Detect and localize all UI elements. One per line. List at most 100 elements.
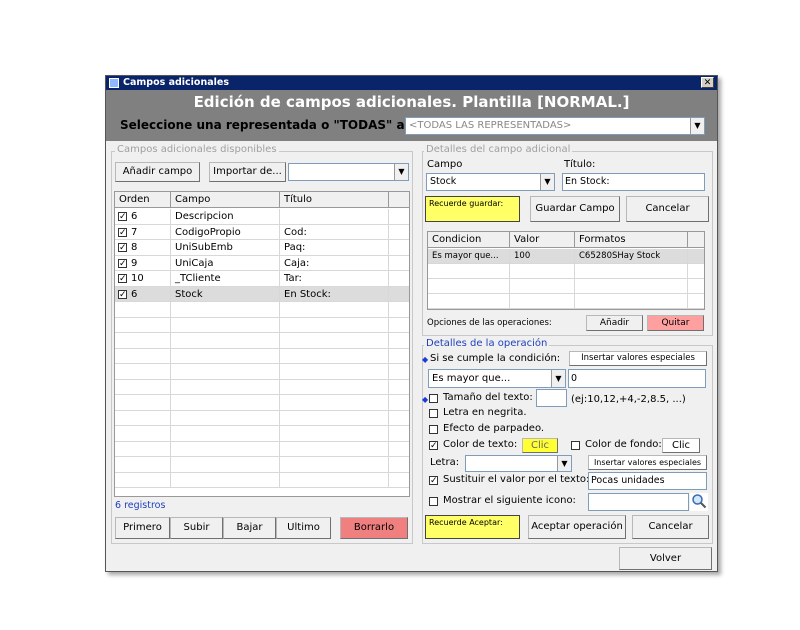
orden-cell xyxy=(115,379,171,395)
filler-cell xyxy=(389,271,409,287)
table-row[interactable]: Es mayor que... 100 C65280SHay Stock xyxy=(428,249,704,264)
table-row[interactable]: ✓ 9 UniCaja Caja: xyxy=(115,255,409,271)
up-button[interactable]: Subir xyxy=(170,517,223,539)
window-title: Campos adicionales xyxy=(123,77,229,88)
titulo-cell xyxy=(280,348,389,364)
chevron-down-icon[interactable]: ▼ xyxy=(394,164,408,180)
table-row xyxy=(115,317,409,333)
column-header[interactable]: Título xyxy=(280,192,389,208)
operations-options-label: Opciones de las operaciones: xyxy=(427,318,552,328)
delete-button[interactable]: Borrarlo xyxy=(340,517,408,539)
campo-value: Stock xyxy=(430,176,457,187)
insert-special-values-button[interactable]: Insertar valores especiales xyxy=(569,351,707,366)
cancel-field-button[interactable]: Cancelar xyxy=(626,196,709,222)
column-header[interactable]: Orden xyxy=(115,192,171,208)
filler-cell xyxy=(688,264,704,279)
text-size-checkbox[interactable] xyxy=(429,394,438,403)
column-header[interactable]: Condicion xyxy=(428,232,510,248)
close-icon[interactable]: ✕ xyxy=(701,77,714,88)
campo-cell xyxy=(171,441,280,457)
operation-details-legend: Detalles de la operación xyxy=(424,338,550,349)
first-button[interactable]: Primero xyxy=(115,517,170,539)
orden-cell xyxy=(115,457,171,473)
condition-value-input[interactable]: 0 xyxy=(568,369,706,388)
page-title: Edición de campos adicionales. Plantilla… xyxy=(193,93,630,111)
text-size-input[interactable] xyxy=(536,389,567,407)
filler-cell xyxy=(389,349,409,364)
orden-cell xyxy=(115,302,171,318)
titulo-cell: En Stock: xyxy=(280,286,389,302)
table-row[interactable]: ✓ 10 _TCliente Tar: xyxy=(115,271,409,287)
text-size-hint: (ej:10,12,+4,-2,8.5, ...) xyxy=(571,394,686,405)
orden-value: 7 xyxy=(131,226,138,238)
last-button[interactable]: Ultimo xyxy=(276,517,331,539)
condition-select[interactable]: Es mayor que... ▼ xyxy=(428,369,566,388)
chevron-down-icon[interactable]: ▼ xyxy=(690,118,704,134)
representada-select[interactable]: <TODAS LAS REPRESENTADAS> ▼ xyxy=(405,117,705,135)
campo-cell: Stock xyxy=(171,286,280,302)
filler-cell xyxy=(389,333,409,349)
representada-value: <TODAS LAS REPRESENTADAS> xyxy=(409,120,572,131)
table-row[interactable]: ✓ 6 Descripcion xyxy=(115,209,409,225)
representada-label: Seleccione una representada o "TODAS" aq… xyxy=(120,118,431,132)
back-button[interactable]: Volver xyxy=(619,547,712,570)
add-field-button[interactable]: Añadir campo xyxy=(115,162,200,182)
valor-cell xyxy=(510,279,575,294)
orden-cell xyxy=(115,472,171,488)
campo-cell xyxy=(171,333,280,349)
diamond-bullet-icon: ◆ xyxy=(422,355,429,364)
blink-checkbox[interactable] xyxy=(429,425,438,434)
import-from-select[interactable]: ▼ xyxy=(288,163,409,181)
bg-color-checkbox[interactable] xyxy=(571,441,580,450)
icon-checkbox[interactable] xyxy=(429,497,438,506)
text-color-button[interactable]: Clic xyxy=(522,438,558,453)
row-checkbox[interactable]: ✓ xyxy=(118,212,127,222)
column-header[interactable]: Formatos xyxy=(575,232,688,248)
cancel-operation-button[interactable]: Cancelar xyxy=(632,515,709,539)
blink-label: Efecto de parpadeo. xyxy=(443,423,545,434)
campo-cell xyxy=(171,472,280,488)
titulo-cell: Paq: xyxy=(280,240,389,256)
accept-operation-button[interactable]: Aceptar operación xyxy=(528,515,626,539)
titulo-input[interactable]: En Stock: xyxy=(562,173,705,191)
row-checkbox[interactable]: ✓ xyxy=(118,258,127,268)
campo-select[interactable]: Stock ▼ xyxy=(426,173,555,191)
chevron-down-icon[interactable]: ▼ xyxy=(540,174,554,190)
campo-cell: Descripcion xyxy=(171,209,280,225)
table-row[interactable]: ✓ 8 UniSubEmb Paq: xyxy=(115,240,409,256)
row-checkbox[interactable]: ✓ xyxy=(118,289,127,299)
orden-cell xyxy=(115,317,171,333)
replace-value-checkbox[interactable]: ✓ xyxy=(429,476,438,486)
remove-operation-button[interactable]: Quitar xyxy=(647,315,704,331)
campo-cell: CodigoPropio xyxy=(171,224,280,240)
bg-color-button[interactable]: Clic xyxy=(662,438,700,453)
bold-checkbox[interactable] xyxy=(429,409,438,418)
font-select[interactable]: ▼ xyxy=(465,455,572,472)
row-checkbox[interactable]: ✓ xyxy=(118,227,127,237)
column-header[interactable]: Campo xyxy=(171,192,280,208)
text-color-label: Color de texto: xyxy=(443,439,518,450)
chevron-down-icon[interactable]: ▼ xyxy=(557,456,571,471)
import-from-button[interactable]: Importar de... xyxy=(209,162,286,182)
row-checkbox[interactable]: ✓ xyxy=(118,274,127,284)
text-color-checkbox[interactable]: ✓ xyxy=(429,441,438,451)
replace-value-input[interactable]: Pocas unidades xyxy=(588,472,707,490)
table-row[interactable]: ✓ 7 CodigoPropio Cod: xyxy=(115,224,409,240)
orden-cell xyxy=(115,348,171,364)
chevron-down-icon[interactable]: ▼ xyxy=(551,370,565,387)
formatos-cell xyxy=(575,294,688,309)
insert-special-values-button-2[interactable]: Insertar valores especiales xyxy=(588,455,707,470)
search-icon[interactable] xyxy=(690,493,708,511)
icon-input[interactable] xyxy=(588,493,689,511)
column-header[interactable]: Valor xyxy=(510,232,575,248)
table-row[interactable]: ✓ 6 Stock En Stock: xyxy=(115,286,409,302)
filler-cell xyxy=(688,279,704,294)
campo-cell xyxy=(171,379,280,395)
add-operation-button[interactable]: Añadir xyxy=(586,315,643,331)
table-row xyxy=(115,472,409,488)
down-button[interactable]: Bajar xyxy=(223,517,276,539)
row-checkbox[interactable]: ✓ xyxy=(118,243,127,253)
remember-save-note: Recuerde guardar: xyxy=(425,196,520,222)
save-field-button[interactable]: Guardar Campo xyxy=(530,196,620,222)
filler-cell xyxy=(389,380,409,395)
